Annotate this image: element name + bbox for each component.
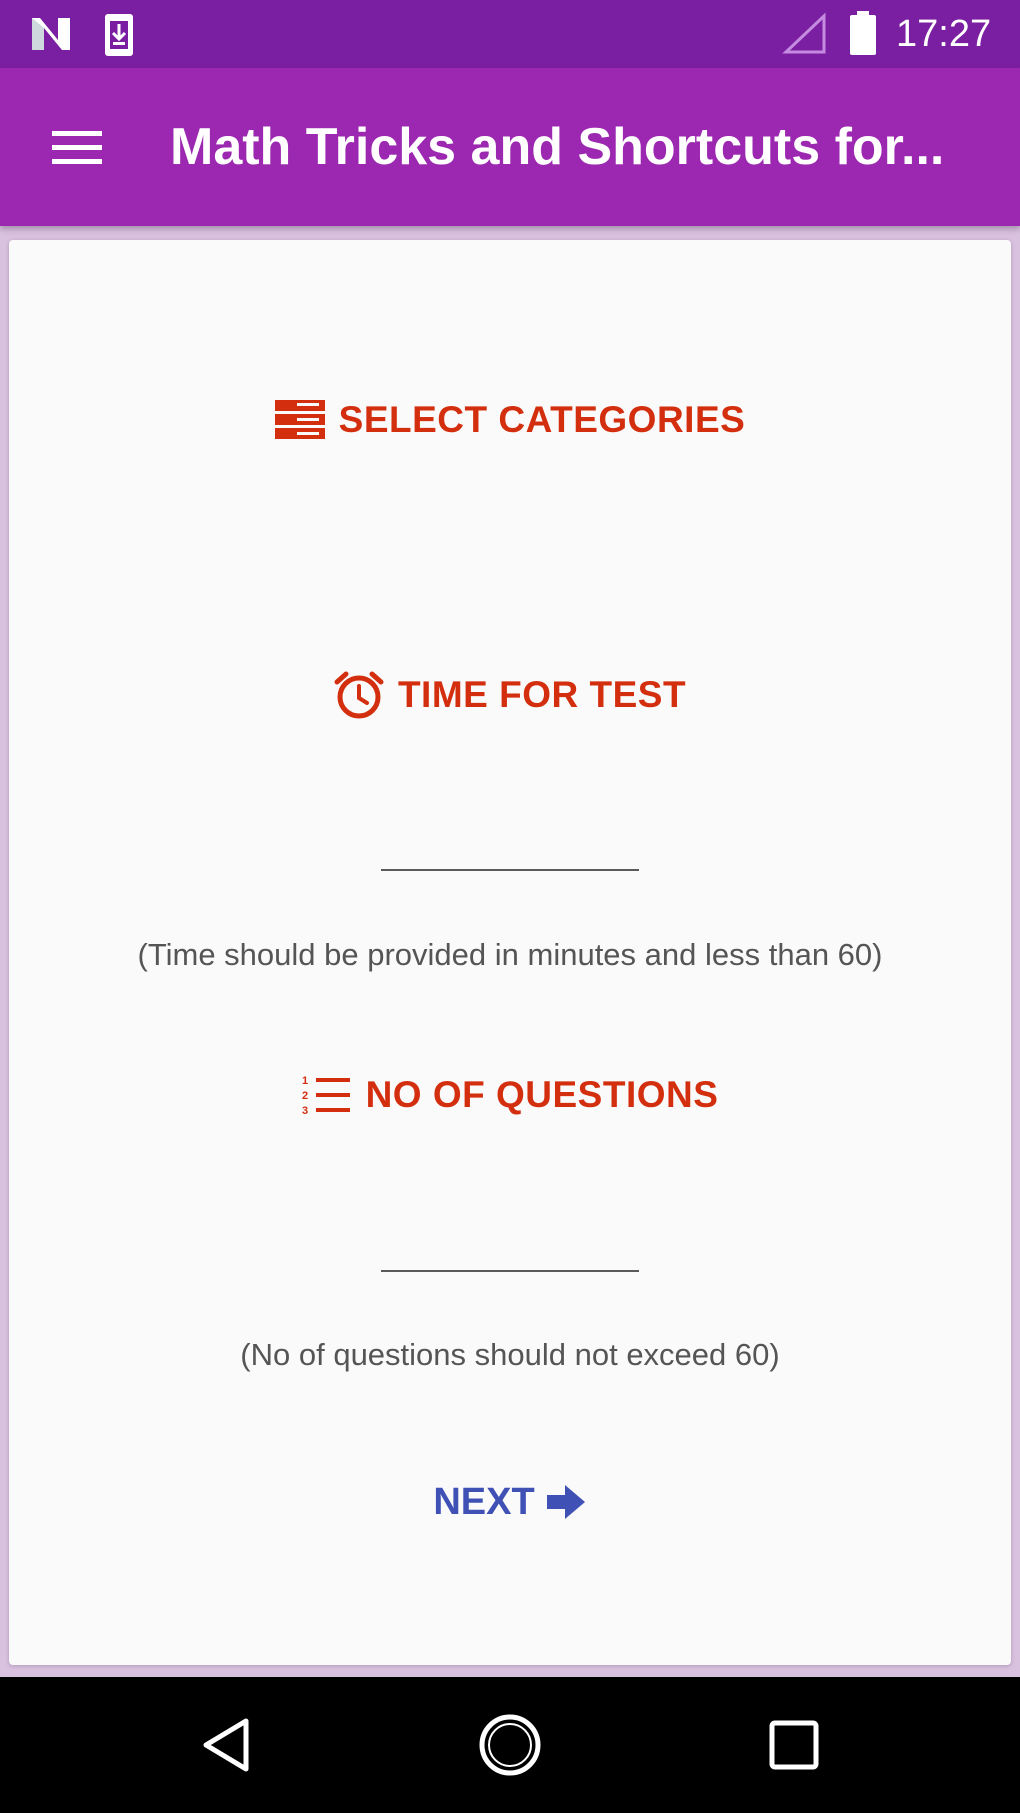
- time-hint: (Time should be provided in minutes and …: [137, 937, 883, 972]
- app-bar: Math Tricks and Shortcuts for...: [0, 68, 1020, 226]
- select-categories-button[interactable]: SELECT CATEGORIES: [9, 390, 1011, 450]
- svg-text:2: 2: [302, 1090, 308, 1102]
- numbered-list-icon: 1 2 3: [302, 1075, 350, 1116]
- n-notification-icon: [32, 18, 70, 50]
- alarm-clock-icon: [334, 671, 384, 719]
- next-label: NEXT: [433, 1480, 535, 1523]
- svg-text:3: 3: [302, 1105, 308, 1116]
- battery-icon: [850, 11, 876, 55]
- next-button[interactable]: NEXT: [9, 1472, 1011, 1532]
- time-input[interactable]: [381, 825, 643, 867]
- hamburger-menu-icon[interactable]: [46, 123, 112, 173]
- questions-input[interactable]: [381, 1226, 643, 1268]
- signal-icon: [782, 12, 826, 54]
- time-for-test-header: TIME FOR TEST: [9, 665, 1011, 725]
- select-categories-label: SELECT CATEGORIES: [338, 399, 746, 440]
- back-icon[interactable]: [190, 1707, 266, 1783]
- status-bar: 17:27: [0, 0, 1020, 68]
- time-hint-row: (Time should be provided in minutes and …: [9, 930, 1011, 980]
- app-title: Math Tricks and Shortcuts for...: [170, 118, 945, 176]
- arrow-right-icon: [546, 1485, 585, 1519]
- svg-text:1: 1: [302, 1075, 308, 1087]
- test-settings-card: SELECT CATEGORIES TIME FOR TEST (Time sh…: [9, 240, 1011, 1665]
- questions-hint: (No of questions should not exceed 60): [240, 1337, 780, 1372]
- time-input-underline: [381, 825, 643, 871]
- questions-input-underline: [381, 1226, 643, 1272]
- recents-icon[interactable]: [756, 1707, 832, 1783]
- no-of-questions-label: NO OF QUESTIONS: [365, 1074, 719, 1115]
- no-of-questions-header: 1 2 3 NO OF QUESTIONS: [9, 1065, 1011, 1125]
- questions-hint-row: (No of questions should not exceed 60): [9, 1330, 1011, 1380]
- home-icon[interactable]: [472, 1707, 548, 1783]
- status-time: 17:27: [896, 13, 992, 55]
- navigation-bar: [0, 1677, 1020, 1813]
- categories-icon: [274, 400, 325, 439]
- download-icon: [105, 14, 133, 56]
- time-for-test-label: TIME FOR TEST: [397, 674, 687, 715]
